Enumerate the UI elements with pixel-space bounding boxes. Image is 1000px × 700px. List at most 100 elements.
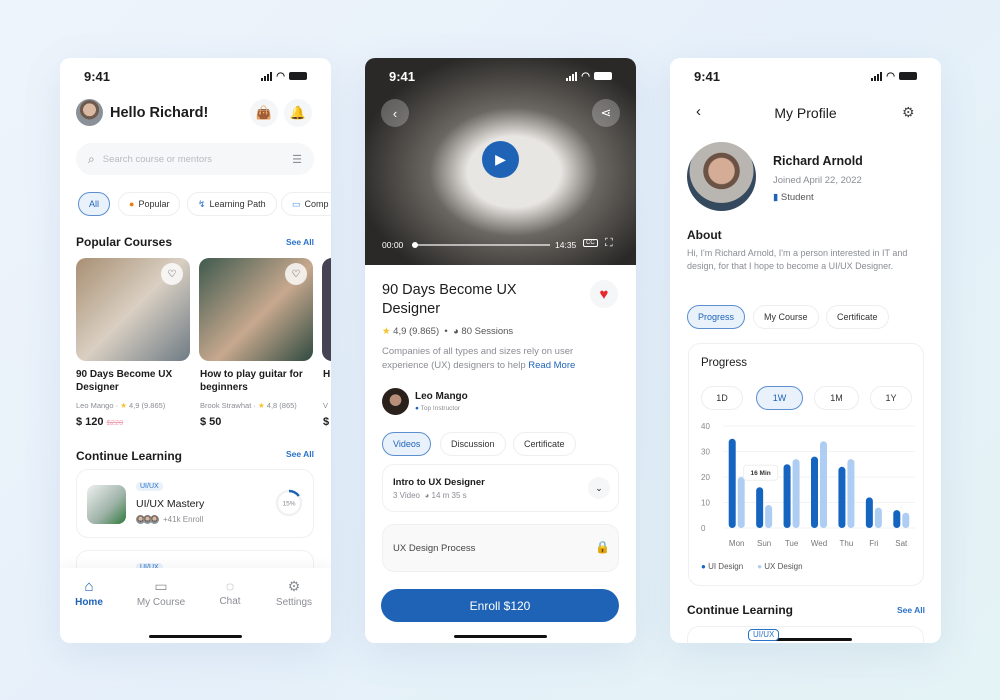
signal-icon [871,71,883,81]
tab-certificate[interactable]: Certificate [513,432,576,456]
star-icon: ★ [382,326,391,337]
chip-label: All [89,199,100,209]
video-icon: ▭ [154,578,168,594]
profile-name: Richard Arnold [773,154,863,168]
tab-discussion[interactable]: Discussion [440,432,506,456]
total-time: 14:35 [555,240,577,250]
fullscreen-icon[interactable]: ⛶ [605,237,613,250]
current-time: 00:00 [382,240,404,250]
play-button[interactable]: ▶ [482,141,519,178]
section-ux-process[interactable]: UX Design Process 🔒 [382,524,619,572]
bar-ui-design [783,464,791,528]
see-all-link[interactable]: See All [286,237,314,247]
course-title[interactable]: H b [323,368,331,381]
bar-ui-design [893,510,901,528]
home-icon: ⌂ [84,578,94,595]
heart-icon[interactable]: ♡ [285,263,307,285]
legend-ui-design: ● UI Design [701,562,744,571]
chip-popular[interactable]: ● Popular [118,192,181,216]
enroll-button[interactable]: Enroll $120 [381,589,619,622]
tab-progress[interactable]: Progress [687,305,746,329]
heart-icon[interactable]: ♡ [161,263,183,285]
see-all-link[interactable]: See All [286,449,314,459]
x-tick-label: Mon [729,539,745,548]
gear-icon[interactable]: ⚙ [902,104,915,121]
bar-ui-design [838,466,846,528]
bar-ux-design [737,477,745,528]
course-description: Companies of all types and sizes rely on… [382,346,576,371]
nav-settings[interactable]: ⚙ Settings [270,578,318,608]
page-title: My Profile [774,105,837,121]
range-1d[interactable]: 1D [701,386,743,410]
back-button[interactable]: ‹ [381,99,409,127]
course-thumbnail[interactable] [322,258,331,361]
avatar[interactable] [76,99,103,126]
status-bar: 9:41 ◠ [694,68,917,84]
section-title: Continue Learning [76,449,182,463]
learning-card[interactable]: UI/UX UI/UX Mastery +41k Enroll 15% [76,469,314,538]
share-button[interactable]: ⋖ [592,99,620,127]
range-1w[interactable]: 1W [756,386,803,410]
enroll-info: +41k Enroll [136,515,203,524]
section-title: UX Design Process [393,543,476,554]
progress-chart: 0 10 20 30 40 Mon Sun Tue Wed Thu Fri Sat 16 Min [701,422,915,548]
profile-avatar[interactable] [687,142,756,211]
read-more-link[interactable]: Read More [528,360,575,371]
see-all-link[interactable]: See All [897,605,925,615]
course-meta: Brook Strawhat · ★ 4,8 (865) [200,401,297,410]
course-title[interactable]: 90 Days Become UX Designer [76,368,191,394]
bell-icon[interactable]: 🔔 [284,99,312,127]
battery-icon [899,72,917,80]
bottom-nav: ⌂ Home ▭ My Course ◌ Chat ⚙ Settings [60,568,331,643]
bar-ui-design [865,497,873,528]
category-tag: UI/UX [748,629,780,641]
video-scrubber[interactable] [412,242,550,248]
course-title[interactable]: How to play guitar for beginners [200,368,315,394]
wifi-icon: ◠ [581,70,590,82]
verified-icon: ● [415,405,419,412]
course-detail-screen: 9:41 ◠ ‹ ⋖ ▶ 00:00 14:35 CC ⛶ 90 Days Bec… [365,58,636,643]
nav-home[interactable]: ⌂ Home [68,578,110,608]
chip-comp[interactable]: ▭ Comp [281,192,331,216]
x-tick-label: Tue [785,539,799,548]
tab-videos[interactable]: Videos [382,432,432,456]
section-intro[interactable]: Intro to UX Designer 3 Video ◕ 14 m 35 s… [382,464,619,512]
about-text: Hi, I'm Richard Arnold, I'm a person int… [687,248,908,271]
tab-certificate[interactable]: Certificate [826,305,889,329]
laptop-icon: ▭ [292,198,301,209]
status-time: 9:41 [84,68,111,84]
search-placeholder: Search course or mentors [102,153,213,165]
course-title: 90 Days Become UX Designer [382,282,517,317]
bar-ux-design [902,512,910,528]
nav-chat[interactable]: ◌ Chat [210,578,250,607]
instructor-badge: ● Top Instructor [415,405,461,412]
range-1y[interactable]: 1Y [870,386,912,410]
filter-icon[interactable]: ☰ [292,153,302,166]
section-meta: 3 Video ◕ 14 m 35 s [393,491,467,500]
home-indicator [454,635,547,638]
chip-all[interactable]: All [78,192,111,216]
bag-icon[interactable]: 👜 [250,99,278,127]
captions-button[interactable]: CC [583,239,598,247]
nav-my-course[interactable]: ▭ My Course [132,578,190,608]
heart-icon[interactable]: ♥ [590,280,618,308]
instructor-name: Leo Mango [415,391,468,402]
greeting: Hello Richard! [110,105,209,121]
x-tick-label: Wed [811,539,827,548]
chip-label: Popular [138,199,170,209]
book-icon: ▮ [773,192,779,203]
range-1m[interactable]: 1M [814,386,859,410]
fire-icon: ● [129,199,135,209]
search-input[interactable]: ⌕ Search course or mentors ☰ [76,143,314,175]
home-screen: 9:41 ◠ Hello Richard! 👜 🔔 ⌕ Search course… [60,58,331,643]
tab-my-course[interactable]: My Course [753,305,819,329]
chevron-down-icon[interactable]: ⌄ [588,477,610,499]
instructor-avatar[interactable] [382,388,409,415]
wifi-icon: ◠ [276,70,285,82]
bar-ux-design [792,459,800,528]
bar-ui-design [728,438,736,528]
gear-icon: ⚙ [287,578,301,594]
chip-learning-path[interactable]: ↯ Learning Path [187,192,277,216]
x-tick-label: Thu [840,539,854,548]
learning-title: UI/UX Mastery [136,498,205,510]
